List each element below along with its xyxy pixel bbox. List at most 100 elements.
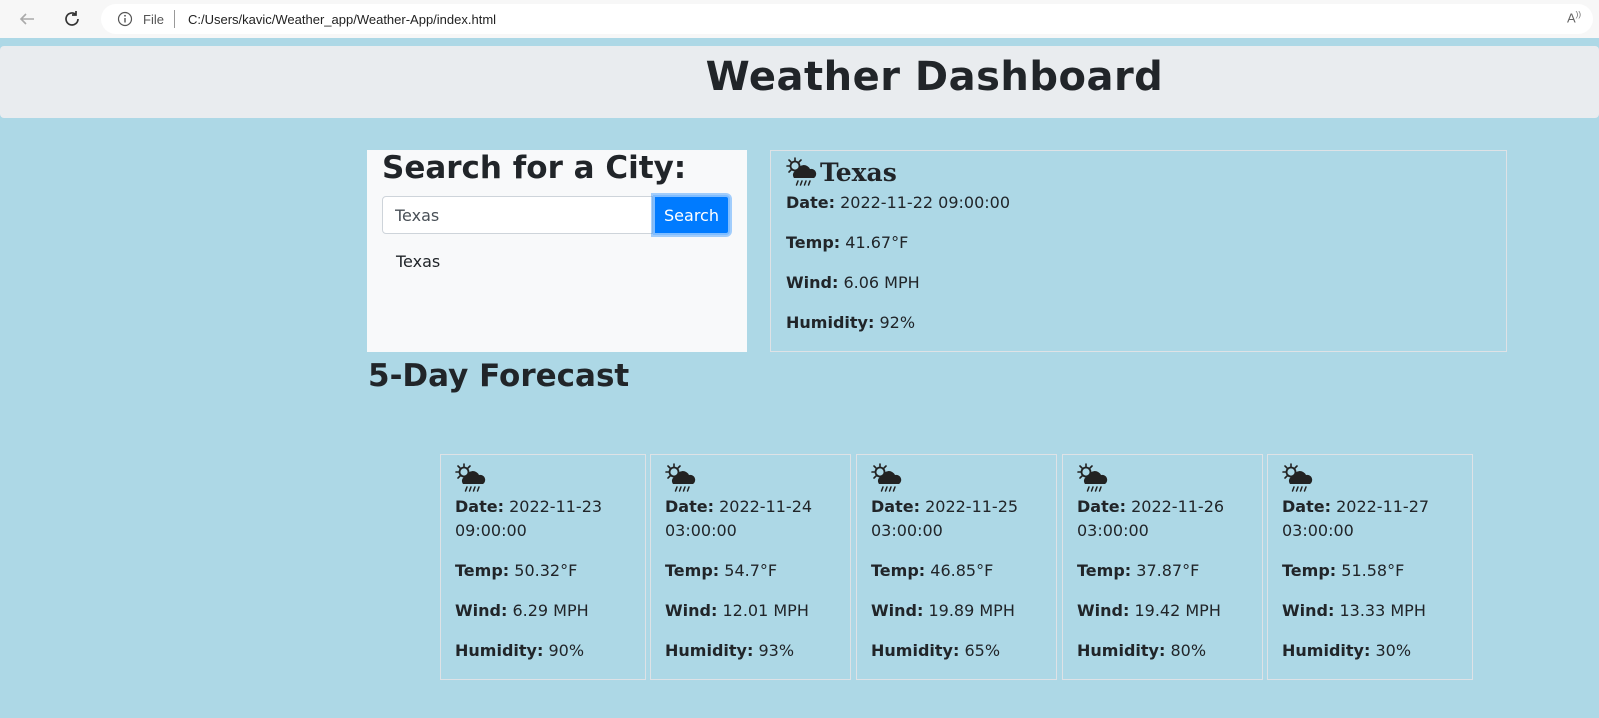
humidity-value: 90% [548,641,585,660]
forecast-humidity: Humidity: 93% [665,639,794,663]
sun-cloud-rain-icon [786,157,818,187]
sun-cloud-rain-icon [1077,463,1109,493]
search-panel: Search for a City: Search Texas [367,150,747,352]
wind-label: Wind: [1077,601,1130,620]
temp-value: 46.85°F [930,561,994,580]
back-button[interactable] [14,6,40,32]
forecast-temp: Temp: 37.87°F [1077,559,1199,583]
humidity-value: 80% [1170,641,1207,660]
forecast-wind: Wind: 13.33 MPH [1282,599,1426,623]
forecast-humidity: Humidity: 90% [455,639,584,663]
temp-label: Temp: [665,561,720,580]
humidity-label: Humidity: [1282,641,1371,660]
current-wind: Wind: 6.06 MPH [786,273,920,292]
sun-cloud-rain-icon [1282,463,1314,493]
sun-cloud-rain-icon [455,463,487,493]
file-scheme-label: File [143,12,164,27]
temp-value: 50.32°F [514,561,578,580]
date-value: 2022-11-25 [925,497,1019,516]
forecast-card: Date: 2022-11-26 03:00:00 Temp: 37.87°F … [1062,454,1263,680]
humidity-value: 92% [879,313,916,332]
date-value: 2022-11-26 [1131,497,1225,516]
forecast-date: Date: 2022-11-26 [1077,495,1224,519]
forecast-humidity: Humidity: 80% [1077,639,1206,663]
forecast-time: 03:00:00 [1282,521,1354,540]
sun-cloud-rain-icon [871,463,903,493]
humidity-value: 93% [758,641,795,660]
current-city-name: Texas [820,157,897,187]
forecast-humidity: Humidity: 65% [871,639,1000,663]
forecast-time: 09:00:00 [455,521,527,540]
address-bar[interactable]: File C:/Users/kavic/Weather_app/Weather-… [101,4,1593,34]
date-label: Date: [665,497,714,516]
humidity-label: Humidity: [1077,641,1166,660]
page-header: Weather Dashboard [0,46,1599,118]
forecast-time: 03:00:00 [871,521,943,540]
temp-label: Temp: [455,561,510,580]
info-icon[interactable] [117,11,133,30]
current-date: Date: 2022-11-22 09:00:00 [786,193,1010,212]
forecast-card: Date: 2022-11-23 09:00:00 Temp: 50.32°F … [440,454,646,680]
forecast-date: Date: 2022-11-25 [871,495,1018,519]
forecast-wind: Wind: 19.89 MPH [871,599,1015,623]
current-humidity: Humidity: 92% [786,313,915,332]
current-weather-card: Texas Date: 2022-11-22 09:00:00 Temp: 41… [770,150,1507,352]
date-value: 2022-11-24 [719,497,813,516]
page-title: Weather Dashboard [705,54,1164,100]
date-value: 2022-11-23 [509,497,603,516]
arrow-left-icon [19,13,34,25]
wind-value: 12.01 MPH [722,601,809,620]
wind-value: 13.33 MPH [1339,601,1426,620]
current-city-heading: Texas [786,157,897,187]
forecast-date: Date: 2022-11-23 [455,495,602,519]
date-label: Date: [1077,497,1126,516]
forecast-time: 03:00:00 [1077,521,1149,540]
date-value: 2022-11-27 [1336,497,1430,516]
forecast-date: Date: 2022-11-24 [665,495,812,519]
humidity-label: Humidity: [786,313,875,332]
date-label: Date: [455,497,504,516]
humidity-label: Humidity: [871,641,960,660]
date-value: 2022-11-22 09:00:00 [840,193,1011,212]
wind-value: 19.89 MPH [928,601,1015,620]
address-url[interactable]: C:/Users/kavic/Weather_app/Weather-App/i… [188,12,496,27]
reload-button[interactable] [59,6,85,32]
temp-value: 41.67°F [845,233,909,252]
forecast-wind: Wind: 6.29 MPH [455,599,589,623]
temp-label: Temp: [1077,561,1132,580]
date-label: Date: [1282,497,1331,516]
wind-value: 19.42 MPH [1134,601,1221,620]
forecast-wind: Wind: 12.01 MPH [665,599,809,623]
current-temp: Temp: 41.67°F [786,233,908,252]
temp-label: Temp: [786,233,841,252]
humidity-value: 65% [964,641,1001,660]
address-separator [174,10,175,28]
read-aloud-icon[interactable]: A)) [1567,10,1581,25]
humidity-label: Humidity: [665,641,754,660]
forecast-title: 5-Day Forecast [368,358,630,394]
city-search-input[interactable] [382,196,653,234]
humidity-label: Humidity: [455,641,544,660]
wind-label: Wind: [786,273,839,292]
temp-value: 54.7°F [724,561,778,580]
search-history-item[interactable]: Texas [396,252,440,271]
forecast-card: Date: 2022-11-24 03:00:00 Temp: 54.7°F W… [650,454,851,680]
search-button[interactable]: Search [653,195,730,235]
browser-toolbar: File C:/Users/kavic/Weather_app/Weather-… [0,0,1599,38]
temp-label: Temp: [871,561,926,580]
forecast-card: Date: 2022-11-25 03:00:00 Temp: 46.85°F … [856,454,1057,680]
forecast-time: 03:00:00 [665,521,737,540]
temp-value: 51.58°F [1341,561,1405,580]
wind-label: Wind: [1282,601,1335,620]
forecast-wind: Wind: 19.42 MPH [1077,599,1221,623]
sun-cloud-rain-icon [665,463,697,493]
wind-label: Wind: [871,601,924,620]
date-label: Date: [871,497,920,516]
wind-value: 6.29 MPH [512,601,589,620]
wind-value: 6.06 MPH [843,273,920,292]
temp-label: Temp: [1282,561,1337,580]
forecast-humidity: Humidity: 30% [1282,639,1411,663]
date-label: Date: [786,193,835,212]
forecast-date: Date: 2022-11-27 [1282,495,1429,519]
forecast-temp: Temp: 51.58°F [1282,559,1404,583]
